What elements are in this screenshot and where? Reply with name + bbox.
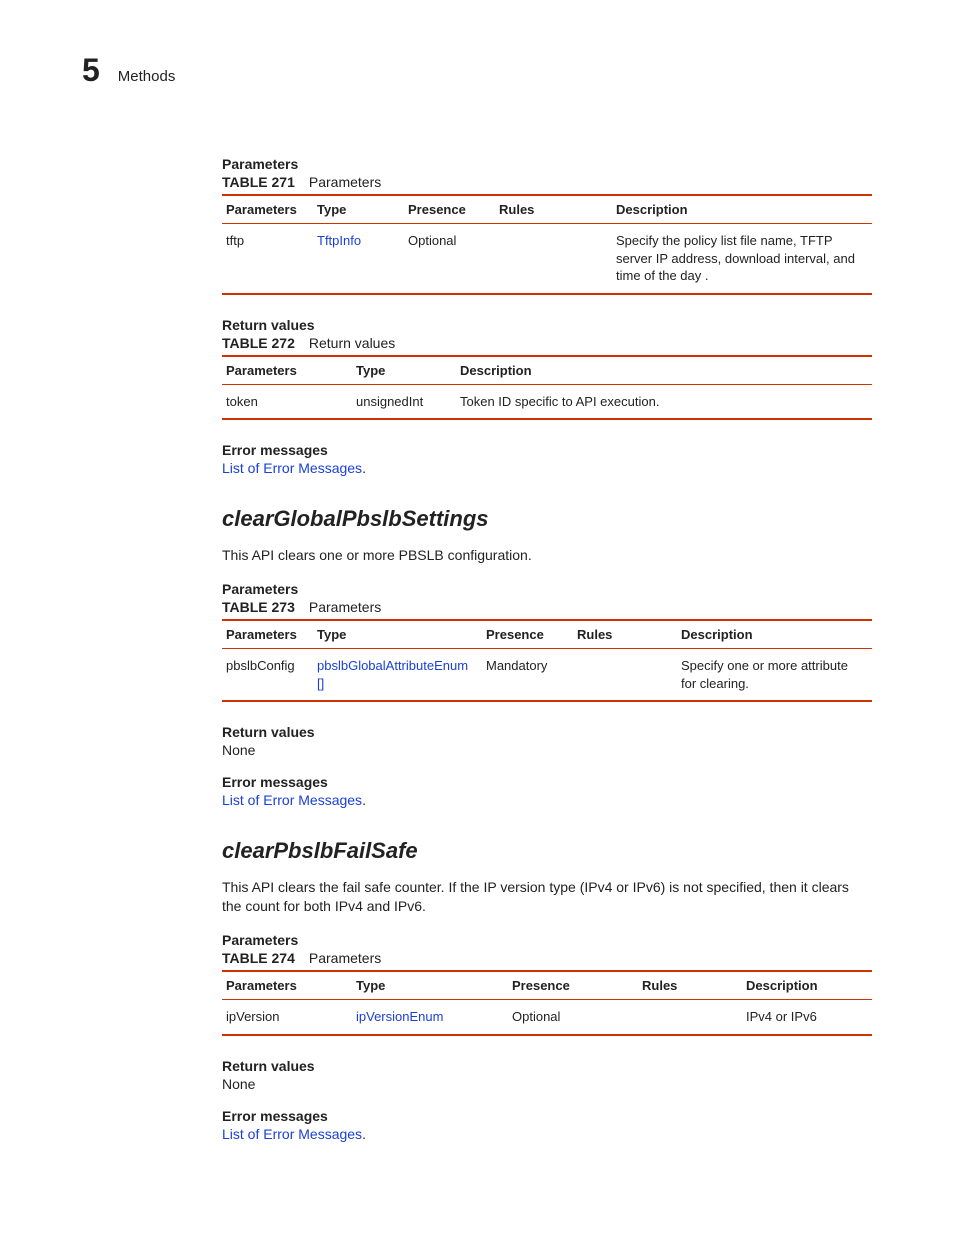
col-rules: Rules (638, 971, 742, 1000)
table-273-caption: TABLE 273 Parameters (222, 599, 872, 615)
table-row: token unsignedInt Token ID specific to A… (222, 384, 872, 419)
type-link[interactable]: TftpInfo (317, 233, 361, 248)
col-presence: Presence (482, 620, 573, 649)
parameters-heading: Parameters (222, 932, 872, 948)
table-272-title: Return values (309, 335, 395, 351)
chapter-title: Methods (118, 68, 176, 85)
cell-type: ipVersionEnum (352, 999, 508, 1034)
col-rules: Rules (573, 620, 677, 649)
col-presence: Presence (404, 195, 495, 224)
col-parameters: Parameters (222, 620, 313, 649)
page: 5 Methods Parameters TABLE 271Parameters… (0, 0, 954, 1216)
table-272-caption: TABLE 272 Return values (222, 335, 872, 351)
cell-type: pbslbGlobalAttributeEnum [] (313, 649, 482, 702)
col-description: Description (677, 620, 872, 649)
period: . (362, 460, 366, 476)
table-274: Parameters Type Presence Rules Descripti… (222, 970, 872, 1036)
content-area: Parameters TABLE 271 Parameters Parameter… (222, 156, 872, 1142)
cell-param: pbslbConfig (222, 649, 313, 702)
col-type: Type (313, 195, 404, 224)
cell-rules (573, 649, 677, 702)
cell-type: TftpInfo (313, 224, 404, 294)
cell-param: tftp (222, 224, 313, 294)
cell-description: Specify the policy list file name, TFTP … (612, 224, 872, 294)
cell-description: Token ID specific to API execution. (456, 384, 872, 419)
intro-text: This API clears the fail safe counter. I… (222, 878, 872, 916)
heading-clearPbslbFailSafe: clearPbslbFailSafe (222, 838, 872, 864)
intro-text: This API clears one or more PBSLB config… (222, 546, 872, 565)
col-type: Type (313, 620, 482, 649)
error-messages-link[interactable]: List of Error Messages (222, 1126, 362, 1142)
period: . (362, 792, 366, 808)
table-271-title: Parameters (309, 174, 381, 190)
parameters-heading: Parameters (222, 156, 872, 172)
table-271: Parameters Type Presence Rules Descripti… (222, 194, 872, 295)
col-description: Description (612, 195, 872, 224)
cell-type: unsignedInt (352, 384, 456, 419)
table-274-title: Parameters (309, 950, 381, 966)
cell-param: token (222, 384, 352, 419)
error-link-row: List of Error Messages. (222, 1126, 872, 1142)
table-273: Parameters Type Presence Rules Descripti… (222, 619, 872, 702)
table-273-label: TABLE 273 (222, 599, 295, 615)
col-type: Type (352, 971, 508, 1000)
cell-description: IPv4 or IPv6 (742, 999, 872, 1034)
table-273-title: Parameters (309, 599, 381, 615)
col-parameters: Parameters (222, 356, 352, 385)
return-values-heading: Return values (222, 317, 872, 333)
col-presence: Presence (508, 971, 638, 1000)
return-values-heading: Return values (222, 724, 872, 740)
table-header-row: Parameters Type Presence Rules Descripti… (222, 620, 872, 649)
cell-rules (638, 999, 742, 1034)
return-values-text: None (222, 1076, 872, 1092)
table-row: ipVersion ipVersionEnum Optional IPv4 or… (222, 999, 872, 1034)
heading-clearGlobalPbslbSettings: clearGlobalPbslbSettings (222, 506, 872, 532)
error-messages-link[interactable]: List of Error Messages (222, 792, 362, 808)
cell-rules (495, 224, 612, 294)
error-messages-link[interactable]: List of Error Messages (222, 460, 362, 476)
chapter-number: 5 (82, 54, 100, 86)
table-row: pbslbConfig pbslbGlobalAttributeEnum [] … (222, 649, 872, 702)
error-link-row: List of Error Messages. (222, 460, 872, 476)
type-link[interactable]: ipVersionEnum (356, 1009, 443, 1024)
table-row: tftp TftpInfo Optional Specify the polic… (222, 224, 872, 294)
table-274-caption: TABLE 274 Parameters (222, 950, 872, 966)
table-272-label: TABLE 272 (222, 335, 295, 351)
error-link-row: List of Error Messages. (222, 792, 872, 808)
cell-presence: Optional (404, 224, 495, 294)
return-values-text: None (222, 742, 872, 758)
type-link[interactable]: pbslbGlobalAttributeEnum [] (317, 658, 468, 691)
return-values-heading: Return values (222, 1058, 872, 1074)
table-271-caption: TABLE 271 Parameters (222, 174, 872, 190)
table-header-row: Parameters Type Presence Rules Descripti… (222, 971, 872, 1000)
cell-presence: Mandatory (482, 649, 573, 702)
table-header-row: Parameters Type Description (222, 356, 872, 385)
parameters-heading: Parameters (222, 581, 872, 597)
page-header: 5 Methods (82, 54, 872, 86)
cell-description: Specify one or more attribute for cleari… (677, 649, 872, 702)
error-messages-heading: Error messages (222, 1108, 872, 1124)
col-description: Description (456, 356, 872, 385)
col-description: Description (742, 971, 872, 1000)
col-type: Type (352, 356, 456, 385)
table-274-label: TABLE 274 (222, 950, 295, 966)
table-header-row: Parameters Type Presence Rules Descripti… (222, 195, 872, 224)
table-272: Parameters Type Description token unsign… (222, 355, 872, 421)
cell-presence: Optional (508, 999, 638, 1034)
table-271-label: TABLE 271 (222, 174, 295, 190)
period: . (362, 1126, 366, 1142)
error-messages-heading: Error messages (222, 774, 872, 790)
col-parameters: Parameters (222, 971, 352, 1000)
error-messages-heading: Error messages (222, 442, 872, 458)
col-parameters: Parameters (222, 195, 313, 224)
col-rules: Rules (495, 195, 612, 224)
cell-param: ipVersion (222, 999, 352, 1034)
